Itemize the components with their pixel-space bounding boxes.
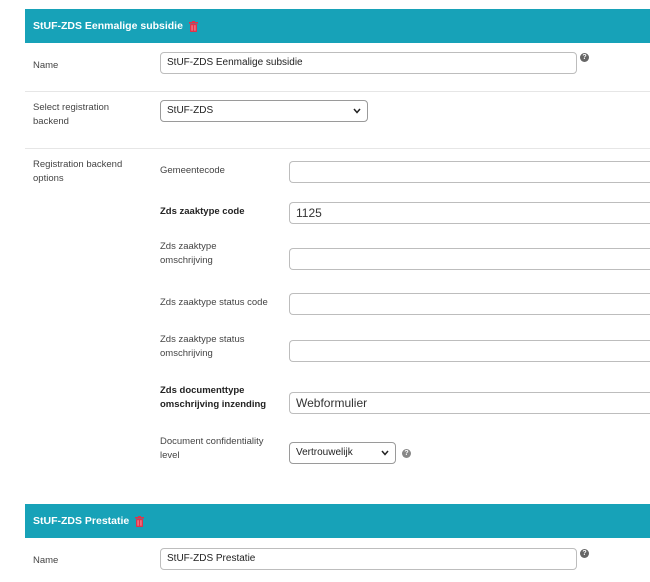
status-omschrijving-input[interactable] [289,340,650,362]
documenttype-label: Zds documenttype omschrijving inzending [160,385,267,410]
documenttype-input[interactable]: Webformulier [289,392,650,414]
name-label: Name [33,60,59,71]
section-title: StUF-ZDS Prestatie [33,515,130,527]
chevron-down-icon [353,108,361,114]
confidentiality-label: Document confidentiality level [160,436,264,461]
name-label: Name [33,555,59,566]
section-header: StUF-ZDS Prestatie [25,504,650,538]
gemeentecode-label: Gemeentecode [160,165,225,176]
question-mark-icon[interactable]: ? [402,449,411,458]
zaaktype-omschrijving-input[interactable] [289,248,650,270]
zaaktype-code-label: Zds zaaktype code [160,206,245,217]
status-code-input[interactable] [289,293,650,315]
divider [25,91,650,92]
section-header: StUF-ZDS Eenmalige subsidie [25,9,650,43]
section-title: StUF-ZDS Eenmalige subsidie [33,20,183,32]
zaaktype-code-input[interactable]: 1125 [289,202,650,224]
backend-label: Select registration backend [33,102,110,127]
backend-select[interactable]: StUF-ZDS [160,100,368,122]
name-input[interactable]: StUF-ZDS Prestatie [160,548,577,570]
confidentiality-select[interactable]: Vertrouwelijk [289,442,396,464]
divider [25,148,650,149]
gemeentecode-input[interactable] [289,161,650,183]
options-label: Registration backend options [33,159,123,184]
status-omschrijving-label: Zds zaaktype status omschrijving [160,334,245,359]
name-input[interactable]: StUF-ZDS Eenmalige subsidie [160,52,577,74]
question-mark-icon[interactable]: ? [580,53,589,62]
chevron-down-icon [381,450,389,456]
zaaktype-omschrijving-label: Zds zaaktype omschrijving [160,241,217,266]
status-code-label: Zds zaaktype status code [160,297,268,308]
question-mark-icon[interactable]: ? [580,549,589,558]
backend-select-value: StUF-ZDS [167,105,214,116]
trash-icon[interactable] [188,20,199,32]
confidentiality-select-value: Vertrouwelijk [296,447,353,458]
trash-icon[interactable] [135,515,145,527]
